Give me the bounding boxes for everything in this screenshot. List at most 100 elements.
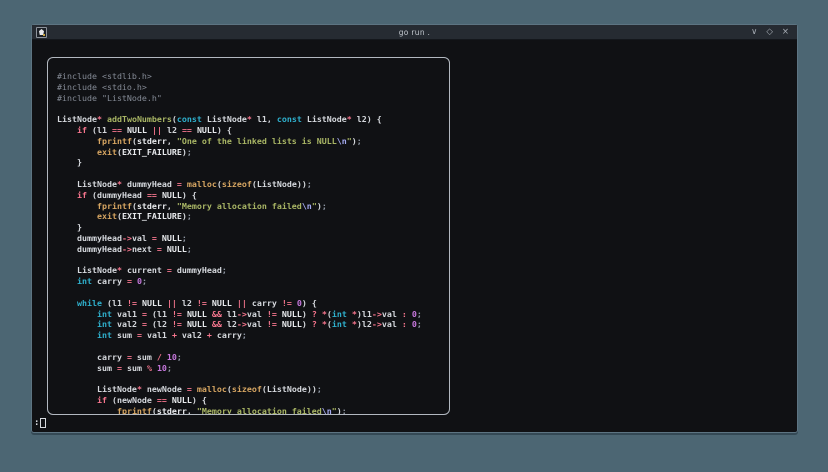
code-line: dummyHead->next = NULL; bbox=[57, 244, 449, 255]
code-token: ; bbox=[307, 179, 312, 189]
code-token: (newNode bbox=[107, 395, 157, 405]
code-token: ) { bbox=[192, 395, 207, 405]
code-token: val2 bbox=[112, 319, 142, 329]
code-token: dummyHead bbox=[172, 265, 222, 275]
code-token: \n bbox=[337, 136, 347, 146]
code-line: fprintf(stderr, "Memory allocation faile… bbox=[57, 201, 449, 212]
code-token: ; bbox=[187, 211, 192, 221]
code-token: sum bbox=[122, 363, 147, 373]
code-token: malloc bbox=[187, 179, 217, 189]
code-token: ) { bbox=[302, 298, 317, 308]
app-icon-dot bbox=[43, 34, 45, 36]
code-token: ; bbox=[317, 384, 322, 394]
close-icon[interactable]: × bbox=[782, 28, 789, 37]
code-token: && bbox=[212, 319, 222, 329]
code-token: if bbox=[77, 125, 87, 135]
code-token: if bbox=[97, 395, 107, 405]
code-line: } bbox=[57, 222, 449, 233]
code-line: dummyHead->val = NULL; bbox=[57, 233, 449, 244]
vim-command-line[interactable]: : bbox=[34, 418, 46, 428]
code-token: ; bbox=[187, 147, 192, 157]
code-line: #include <stdlib.h> bbox=[57, 71, 449, 82]
code-token: fprintf bbox=[97, 201, 132, 211]
code-line: fprintf(stderr, "Memory allocation faile… bbox=[57, 406, 449, 415]
code-line bbox=[57, 373, 449, 384]
code-token: "Memory allocation failed bbox=[177, 201, 302, 211]
code-line: if (newNode == NULL) { bbox=[57, 395, 449, 406]
code-token: (ListNode)) bbox=[262, 384, 317, 394]
code-token: sizeof bbox=[222, 179, 252, 189]
maximize-icon[interactable]: ◇ bbox=[766, 28, 773, 37]
code-token: && bbox=[212, 309, 222, 319]
code-token: malloc bbox=[197, 384, 227, 394]
terminal-window: go run . ∨ ◇ × #include <stdlib.h>#inclu… bbox=[31, 24, 798, 433]
code-line: exit(EXIT_FAILURE); bbox=[57, 147, 449, 158]
code-token: stderr bbox=[137, 136, 167, 146]
code-token: l1 bbox=[222, 309, 237, 319]
code-token: dummyHead bbox=[57, 233, 122, 243]
terminal-content: #include <stdlib.h>#include <stdio.h>#in… bbox=[32, 40, 797, 432]
code-token: ; bbox=[177, 352, 182, 362]
code-token: ; bbox=[167, 363, 172, 373]
code-token: val bbox=[382, 309, 402, 319]
code-token: ; bbox=[417, 319, 422, 329]
window-title: go run . bbox=[32, 28, 797, 37]
code-token: val2 bbox=[177, 330, 207, 340]
code-token: dummyHead bbox=[122, 179, 177, 189]
code-token: || bbox=[237, 298, 247, 308]
code-line: while (l1 != NULL || l2 != NULL || carry… bbox=[57, 298, 449, 309]
code-token: int bbox=[332, 319, 347, 329]
code-token: ; bbox=[342, 406, 347, 415]
code-token: || bbox=[152, 125, 162, 135]
code-line bbox=[57, 103, 449, 114]
minimize-icon[interactable]: ∨ bbox=[751, 28, 757, 37]
code-token: (dummyHead bbox=[87, 190, 147, 200]
app-icon bbox=[36, 27, 47, 38]
code-token: NULL bbox=[172, 395, 192, 405]
code-token: carry bbox=[92, 276, 127, 286]
code-token: val bbox=[247, 309, 267, 319]
code-token bbox=[57, 125, 77, 135]
code-line: if (dummyHead == NULL) { bbox=[57, 190, 449, 201]
code-token: != bbox=[267, 309, 277, 319]
code-token bbox=[57, 201, 97, 211]
floating-code-window[interactable]: #include <stdlib.h>#include <stdio.h>#in… bbox=[47, 57, 450, 415]
code-token: newNode bbox=[142, 384, 187, 394]
code-token: != bbox=[172, 309, 182, 319]
code-token: ; bbox=[187, 244, 192, 254]
code-token: NULL bbox=[282, 309, 302, 319]
code-token: val bbox=[132, 233, 152, 243]
code-token: carry bbox=[212, 330, 242, 340]
code-token: ; bbox=[142, 276, 147, 286]
code-editor[interactable]: #include <stdlib.h>#include <stdio.h>#in… bbox=[48, 58, 449, 415]
code-token: stderr bbox=[137, 201, 167, 211]
code-token: next bbox=[132, 244, 157, 254]
titlebar[interactable]: go run . ∨ ◇ × bbox=[32, 25, 797, 40]
code-token: const bbox=[177, 114, 202, 124]
code-token: != bbox=[197, 298, 207, 308]
code-token: )l2 bbox=[357, 319, 372, 329]
code-token: l1, bbox=[252, 114, 277, 124]
code-token: sum bbox=[57, 363, 117, 373]
code-token: NULL bbox=[167, 244, 187, 254]
code-token: l2 bbox=[222, 319, 237, 329]
code-line bbox=[57, 287, 449, 298]
code-line: exit(EXIT_FAILURE); bbox=[57, 211, 449, 222]
code-line: if (l1 == NULL || l2 == NULL) { bbox=[57, 125, 449, 136]
code-token: (l1 bbox=[147, 309, 172, 319]
code-token: ; bbox=[322, 201, 327, 211]
code-line: ListNode* addTwoNumbers(const ListNode* … bbox=[57, 114, 449, 125]
code-line: carry = sum / 10; bbox=[57, 352, 449, 363]
code-token bbox=[57, 319, 97, 329]
code-token: #include "ListNode.h" bbox=[57, 93, 162, 103]
code-token: NULL bbox=[142, 298, 162, 308]
code-token: l2 bbox=[177, 298, 197, 308]
text-cursor bbox=[40, 418, 46, 428]
code-token: != bbox=[282, 298, 292, 308]
code-token: ; bbox=[357, 136, 362, 146]
code-token: stderr bbox=[157, 406, 187, 415]
code-token: , bbox=[167, 201, 177, 211]
code-token: sum bbox=[112, 330, 137, 340]
code-token: ListNode bbox=[202, 114, 247, 124]
code-token: 10 bbox=[157, 363, 167, 373]
